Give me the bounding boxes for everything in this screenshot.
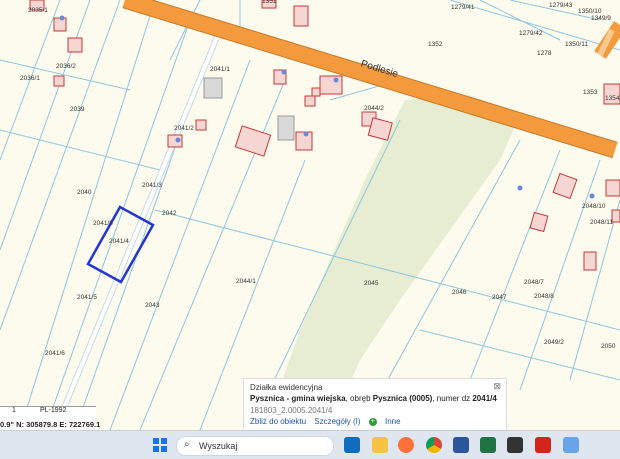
parcel-label: 1350/11 bbox=[565, 41, 588, 48]
map-canvas[interactable]: Podlesie 2035/1 2036/1 2036/2 2039 2040 … bbox=[0, 0, 620, 430]
parcel-label: 2048/8 bbox=[534, 293, 554, 300]
parcel-label: 2041/8 bbox=[93, 220, 113, 227]
parcel-number: 2041/4 bbox=[472, 394, 497, 403]
plus-icon[interactable]: + bbox=[368, 417, 377, 426]
parcel-id: 181803_2.0005.2041/4 bbox=[250, 406, 333, 415]
selected-parcel-label: 2041/4 bbox=[109, 238, 129, 245]
parcel-label: 1351 bbox=[262, 0, 277, 5]
parcel-label: 2049/2 bbox=[544, 339, 564, 346]
parcel-label: 2041/1 bbox=[210, 66, 230, 73]
parcel-label: 2041/5 bbox=[77, 294, 97, 301]
parcel-label: 2042 bbox=[162, 210, 177, 217]
municipality: Pysznica - gmina wiejska bbox=[250, 394, 346, 403]
parcel-label: 2048/10 bbox=[582, 203, 606, 210]
parcel-label: 1354 bbox=[605, 95, 620, 102]
parcel-label: 2036/1 bbox=[20, 75, 40, 82]
taskbar-search-input[interactable]: ⌕ Wyszukaj bbox=[176, 436, 334, 456]
parcel-label: 2040 bbox=[77, 189, 92, 196]
popup-title: Działka ewidencyjna bbox=[250, 383, 323, 392]
parcel-label: 2035/1 bbox=[28, 7, 48, 14]
text-sep-2: , numer dz bbox=[432, 394, 473, 403]
acrobat-icon[interactable] bbox=[535, 437, 551, 453]
projection-label: PL-1992 bbox=[40, 407, 67, 414]
parcel-label: 1349/9 bbox=[591, 15, 611, 22]
scale-label: 1 bbox=[12, 407, 16, 414]
parcel-label: 2046 bbox=[452, 289, 467, 296]
parcel-label: 1278 bbox=[537, 50, 552, 57]
parcel-label: 2045 bbox=[364, 280, 379, 287]
popup-description: Pysznica - gmina wiejska, obręb Pysznica… bbox=[250, 394, 497, 403]
excel-icon[interactable] bbox=[480, 437, 496, 453]
parcel-label: 1279/42 bbox=[519, 30, 543, 37]
zoom-to-object-link[interactable]: Zbliż do obiektu bbox=[250, 417, 306, 426]
parcel-label: 2048/7 bbox=[524, 279, 544, 286]
parcel-label: 2039 bbox=[70, 106, 85, 113]
parcel-label: 2041/3 bbox=[142, 182, 162, 189]
snipping-tool-icon[interactable] bbox=[563, 437, 579, 453]
chrome-icon[interactable] bbox=[426, 437, 442, 453]
parcel-label: 2050 bbox=[601, 343, 616, 350]
parcel-label: 1279/41 bbox=[451, 4, 475, 11]
scale-bar: 1 PL-1992 0.9" N: 305879.8 E: 722769.1 bbox=[0, 406, 100, 431]
parcel-label: 1353 bbox=[583, 89, 598, 96]
windows-start-icon[interactable] bbox=[152, 437, 168, 453]
parcel-label: 2036/2 bbox=[56, 63, 76, 70]
parcel-label: 2041/6 bbox=[45, 350, 65, 357]
parcel-label: 2048/11 bbox=[590, 219, 613, 226]
parcel-label: 2044/1 bbox=[236, 278, 256, 285]
search-icon: ⌕ bbox=[184, 439, 190, 450]
parcel-label: 2044/2 bbox=[364, 105, 384, 112]
firefox-icon[interactable] bbox=[398, 437, 414, 453]
details-link[interactable]: Szczegóły (I) bbox=[314, 417, 360, 426]
outlook-icon[interactable] bbox=[344, 437, 360, 453]
district: Pysznica (0005) bbox=[372, 394, 433, 403]
close-icon[interactable]: ⊠ bbox=[493, 381, 501, 392]
taskbar: ⌕ Wyszukaj bbox=[0, 430, 620, 459]
parcel-label: 1352 bbox=[428, 41, 443, 48]
other-link[interactable]: Inne bbox=[385, 417, 401, 426]
text-sep-1: , obręb bbox=[345, 394, 373, 403]
parcel-info-popup: Działka ewidencyjna ⊠ Pysznica - gmina w… bbox=[243, 378, 507, 432]
parcel-label: 1350/10 bbox=[578, 8, 602, 15]
coordinate-readout: 0.9" N: 305879.8 E: 722769.1 bbox=[0, 420, 101, 429]
terminal-icon[interactable] bbox=[507, 437, 523, 453]
word-icon[interactable] bbox=[453, 437, 469, 453]
popup-actions: Zbliż do obiektu Szczegóły (I) + Inne bbox=[250, 417, 407, 426]
parcel-label: 2047 bbox=[492, 294, 507, 301]
parcel-label: 1279/43 bbox=[549, 2, 573, 9]
search-placeholder: Wyszukaj bbox=[199, 441, 238, 451]
file-explorer-icon[interactable] bbox=[372, 437, 388, 453]
parcel-label: 2043 bbox=[145, 302, 160, 309]
parcel-label: 2041/2 bbox=[174, 125, 194, 132]
